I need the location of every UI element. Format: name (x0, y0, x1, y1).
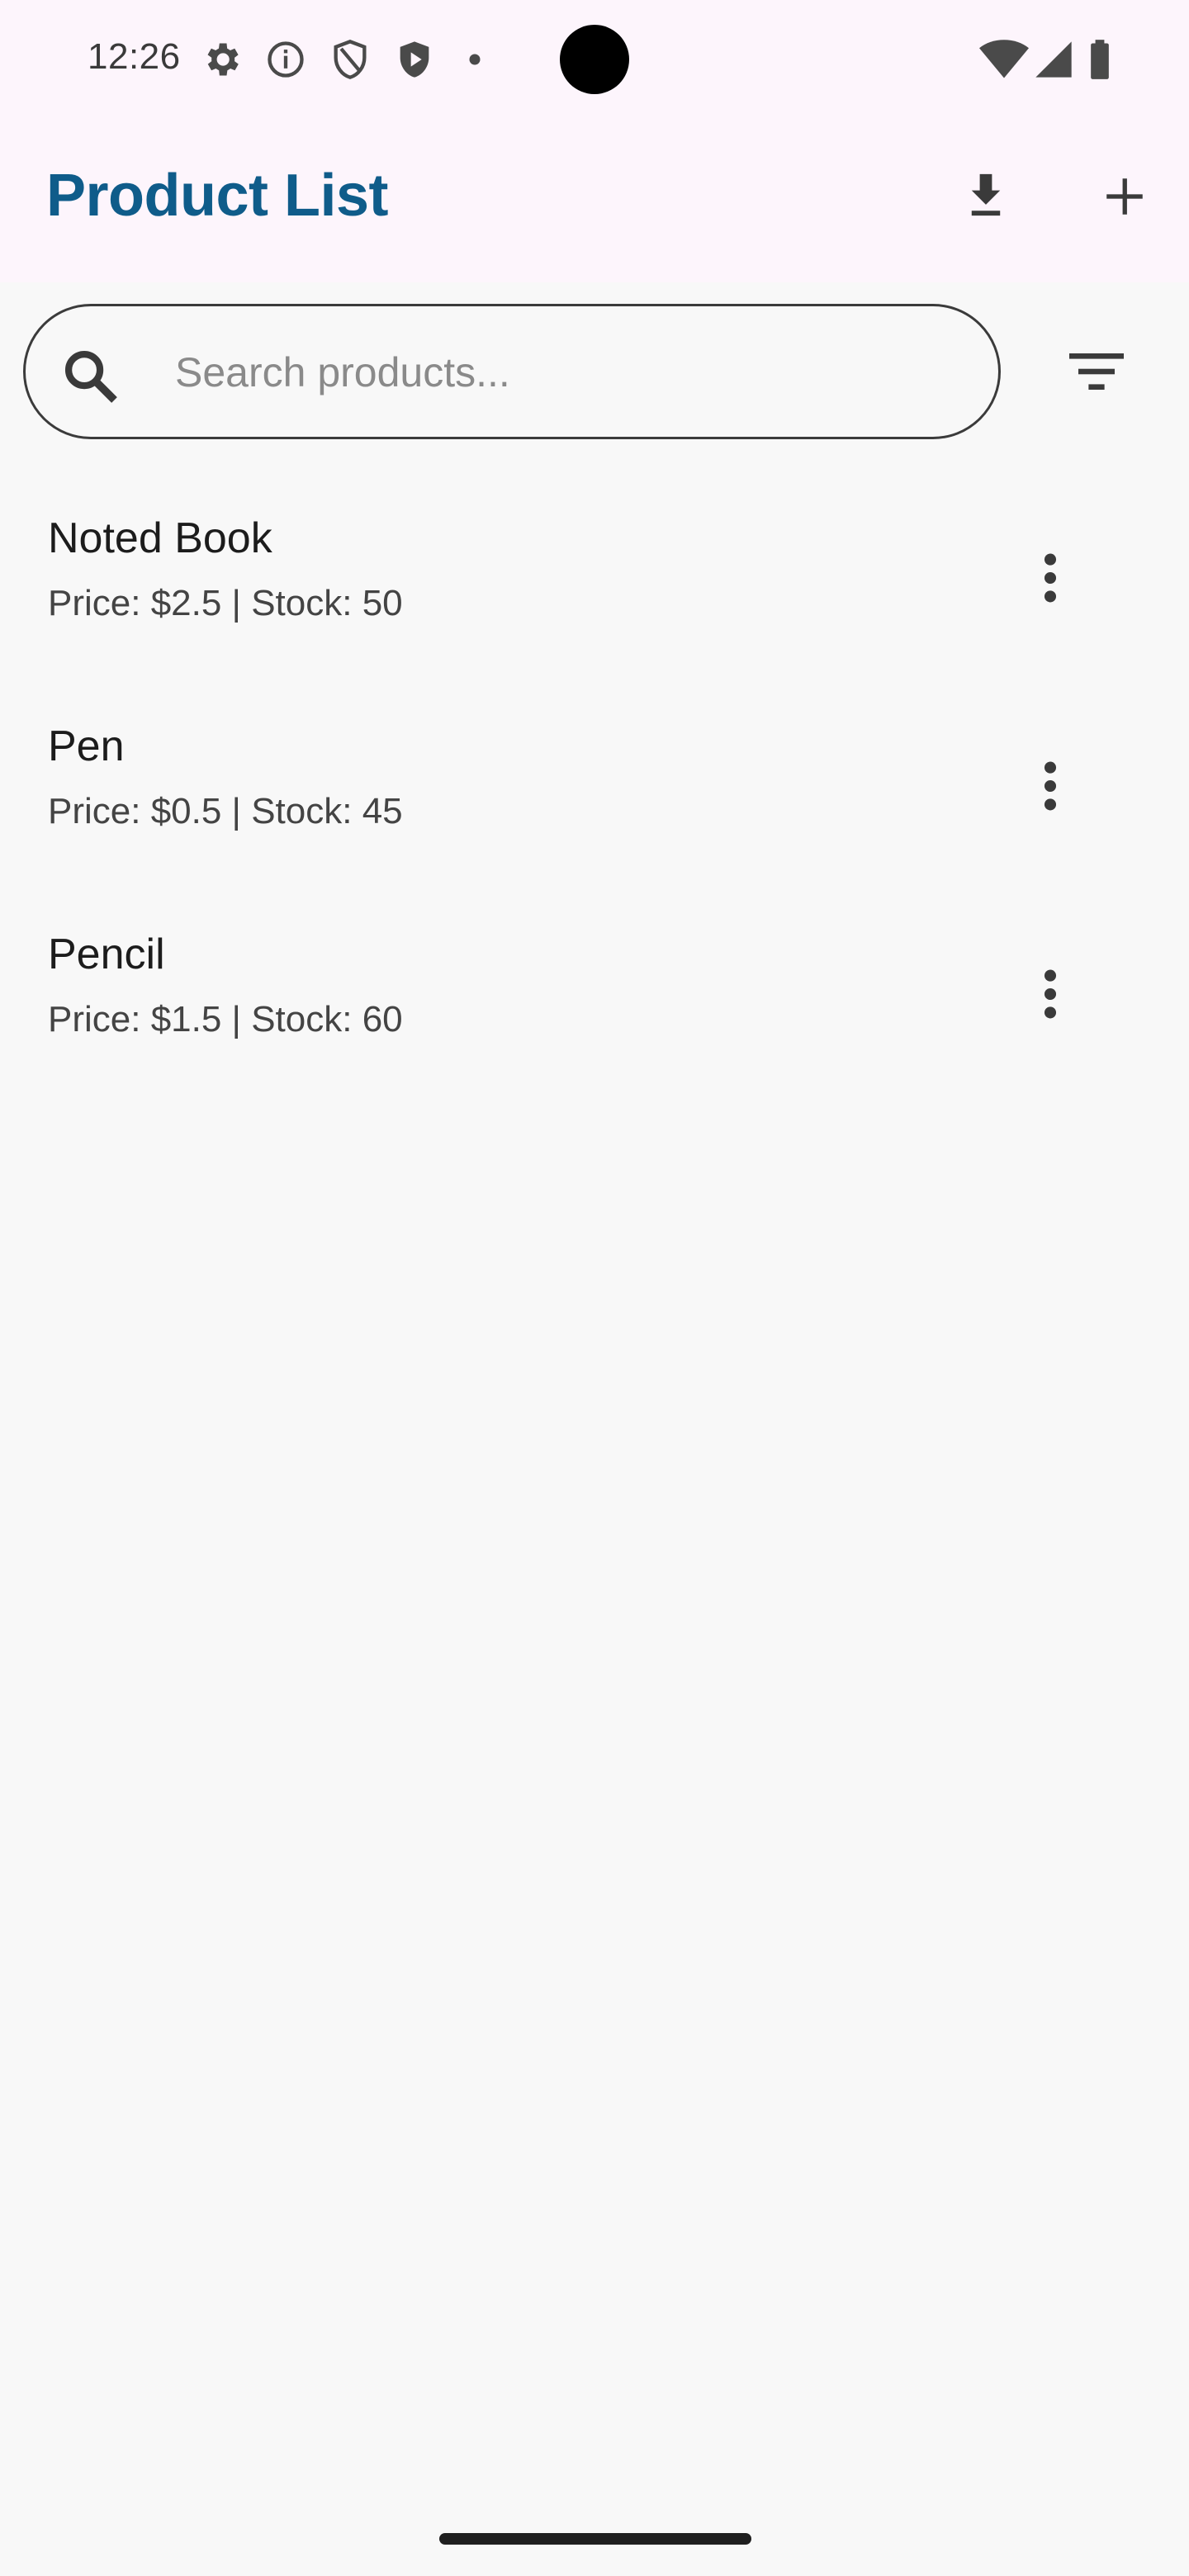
search-input[interactable] (173, 330, 969, 414)
search-icon (59, 345, 122, 408)
more-vert-icon (1042, 552, 1059, 608)
product-name: Noted Book (48, 514, 272, 562)
product-list: Noted Book Price: $2.5 | Stock: 50 Pen P… (0, 487, 1189, 1111)
product-details: Price: $0.5 | Stock: 45 (48, 791, 403, 831)
more-vert-icon (1042, 968, 1059, 1025)
more-options-button[interactable] (1017, 538, 1083, 621)
product-name: Pencil (48, 930, 165, 978)
more-options-button[interactable] (1017, 746, 1083, 829)
wifi-icon (979, 38, 1029, 81)
cellular-icon (1030, 38, 1077, 81)
status-time: 12:26 (88, 36, 181, 77)
shield-icon (329, 38, 372, 81)
dot-icon (462, 38, 505, 81)
home-indicator[interactable] (439, 2533, 751, 2545)
camera-cutout (560, 25, 629, 94)
list-item[interactable]: Noted Book Price: $2.5 | Stock: 50 (0, 487, 1189, 695)
list-item[interactable]: Pencil Price: $1.5 | Stock: 60 (0, 903, 1189, 1111)
status-bar: 12:26 (0, 0, 1189, 116)
more-vert-icon (1042, 760, 1059, 817)
product-name: Pen (48, 722, 125, 770)
download-button[interactable] (950, 162, 1022, 234)
play-protect-icon (393, 38, 436, 81)
add-icon (1101, 173, 1149, 225)
filter-icon (1069, 351, 1124, 396)
battery-icon (1085, 38, 1115, 81)
product-details: Price: $2.5 | Stock: 50 (48, 583, 403, 623)
product-details: Price: $1.5 | Stock: 60 (48, 999, 403, 1039)
add-button[interactable] (1088, 162, 1161, 234)
filter-button[interactable] (1060, 337, 1133, 410)
settings-icon (200, 38, 243, 81)
info-icon (264, 38, 307, 81)
more-options-button[interactable] (1017, 954, 1083, 1037)
download-icon (961, 170, 1011, 227)
list-item[interactable]: Pen Price: $0.5 | Stock: 45 (0, 695, 1189, 903)
page-title: Product List (46, 163, 389, 229)
